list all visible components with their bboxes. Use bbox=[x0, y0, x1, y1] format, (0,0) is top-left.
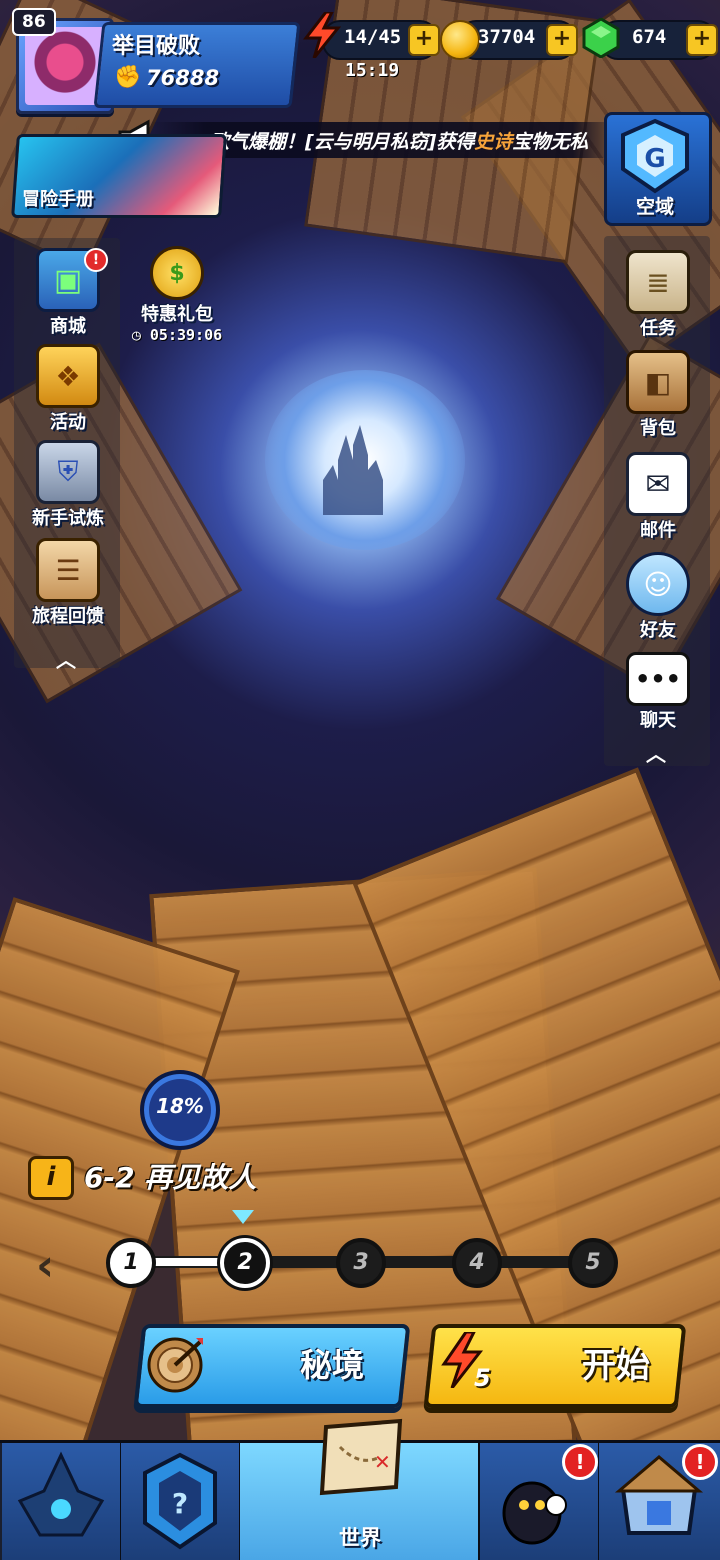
stage-info-icon[interactable]: i bbox=[28, 1156, 74, 1200]
right-menu-bag[interactable]: ◧ 背包 bbox=[608, 350, 708, 440]
player-name: 举目破败 bbox=[112, 34, 201, 59]
svg-text:✕: ✕ bbox=[374, 1450, 391, 1474]
right-menu-quest-label: 任务 bbox=[640, 318, 676, 339]
player-power: 76888 bbox=[146, 66, 220, 90]
sky-domain-label: 空域 bbox=[636, 196, 675, 218]
game-screen: 86 举目破败 ✊ 76888 14/45 + 15:19 37704 + 67… bbox=[0, 0, 720, 1560]
coin-value: 37704 bbox=[478, 26, 536, 48]
stage-node-3[interactable]: 3 bbox=[336, 1238, 386, 1288]
left-menu-activity-label: 活动 bbox=[50, 412, 86, 433]
nav-tab-hero[interactable] bbox=[2, 1443, 122, 1560]
nav-tab-talent[interactable]: ? bbox=[121, 1443, 241, 1560]
energy-timer: 15:19 bbox=[345, 60, 400, 81]
friends-icon: ☺ bbox=[626, 552, 690, 616]
left-menu-collapse-button[interactable]: ︿ bbox=[50, 644, 82, 673]
right-menu-chat-label: 聊天 bbox=[640, 710, 676, 731]
money-bag-icon: $ bbox=[150, 246, 204, 300]
svg-text:?: ? bbox=[172, 1487, 188, 1520]
left-menu-trial-label: 新手试炼 bbox=[32, 508, 104, 529]
nav-tab-world-label: 世界 bbox=[339, 1526, 381, 1550]
right-menu-friends-label: 好友 bbox=[640, 620, 676, 641]
current-stage-pointer-icon bbox=[232, 1210, 254, 1224]
sky-crest-icon: G bbox=[621, 118, 689, 194]
treasure-map-icon: ✕ bbox=[319, 1418, 403, 1496]
left-menu-journey[interactable]: ☰ 旅程回馈 bbox=[18, 538, 118, 628]
special-gift-pack[interactable]: $ 特惠礼包 ◷ 05:39:06 bbox=[122, 246, 232, 344]
fist-icon: ✊ bbox=[114, 65, 142, 90]
adventure-manual-label: 冒险手册 bbox=[22, 189, 94, 210]
right-menu-chat[interactable]: ••• 聊天 bbox=[608, 652, 708, 732]
chat-icon: ••• bbox=[626, 652, 690, 706]
avatar-portrait bbox=[25, 27, 105, 105]
player-level-badge: 86 bbox=[12, 8, 56, 36]
left-menu-activity[interactable]: ❖ 活动 bbox=[18, 344, 118, 434]
right-menu-quest[interactable]: ≣ 任务 bbox=[608, 250, 708, 340]
right-menu-collapse-button[interactable]: ︿ bbox=[640, 738, 672, 767]
energy-add-button[interactable]: + bbox=[408, 24, 440, 56]
right-menu-friends[interactable]: ☺ 好友 bbox=[608, 552, 708, 642]
announcement-suffix: 宝物无私 bbox=[512, 131, 589, 153]
scroll-icon: ≣ bbox=[626, 250, 690, 314]
right-menu-mail-label: 邮件 bbox=[640, 520, 676, 541]
castle-icon bbox=[323, 425, 383, 515]
special-gift-label: 特惠礼包 bbox=[141, 304, 213, 325]
special-gift-timer: ◷ 05:39:06 bbox=[131, 326, 223, 344]
dark-crown-icon bbox=[17, 1451, 105, 1537]
start-energy-cost: 5 bbox=[474, 1364, 491, 1392]
left-menu-journey-label: 旅程回馈 bbox=[32, 606, 104, 627]
stage-node-1[interactable]: 1 bbox=[106, 1238, 156, 1288]
start-battle-label: 开始 bbox=[582, 1346, 650, 1386]
prev-chapter-arrow[interactable]: ‹ bbox=[36, 1240, 54, 1291]
svg-text:G: G bbox=[644, 144, 665, 174]
announcement-highlight: 史诗 bbox=[474, 131, 513, 153]
stage-node-2[interactable]: 2 bbox=[220, 1238, 270, 1288]
right-menu-mail[interactable]: ✉ 邮件 bbox=[608, 452, 708, 542]
shield-book-icon: ⛨ bbox=[36, 440, 100, 504]
energy-value: 14/45 bbox=[344, 26, 402, 48]
nav-tab-house-alert: ! bbox=[682, 1444, 718, 1480]
coin-add-button[interactable]: + bbox=[546, 24, 578, 56]
gift-box-icon: ❖ bbox=[36, 344, 100, 408]
mail-icon: ✉ bbox=[626, 452, 690, 516]
left-menu-shop-label: 商城 bbox=[50, 316, 86, 337]
stage-title: 6-2 再见故人 bbox=[84, 1161, 257, 1194]
stage-node-5[interactable]: 5 bbox=[568, 1238, 618, 1288]
nav-tab-pet-alert: ! bbox=[562, 1444, 598, 1480]
chapter-progress-value: 18% bbox=[156, 1094, 204, 1118]
rune-shield-icon: ? bbox=[143, 1452, 217, 1550]
left-menu-trial[interactable]: ⛨ 新手试炼 bbox=[18, 440, 118, 530]
announcement-prefix: 欧气爆棚！[云与明月私窃]获得 bbox=[210, 131, 475, 153]
shop-alert-badge: ! bbox=[84, 248, 108, 272]
right-menu-bag-label: 背包 bbox=[640, 418, 676, 439]
stage-node-4[interactable]: 4 bbox=[452, 1238, 502, 1288]
target-icon bbox=[147, 1337, 203, 1393]
gem-value: 674 bbox=[632, 26, 667, 48]
clipboard-icon: ☰ bbox=[36, 538, 100, 602]
gem-add-button[interactable]: + bbox=[686, 24, 718, 56]
secret-realm-label: 秘境 bbox=[300, 1346, 365, 1384]
coin-icon bbox=[440, 20, 480, 60]
gem-icon bbox=[582, 18, 620, 58]
backpack-icon: ◧ bbox=[626, 350, 690, 414]
lightning-icon bbox=[302, 12, 342, 58]
special-gift-timer-value: 05:39:06 bbox=[149, 326, 223, 344]
announcement-text: 欧气爆棚！[云与明月私窃]获得史诗宝物无私 bbox=[210, 127, 588, 154]
